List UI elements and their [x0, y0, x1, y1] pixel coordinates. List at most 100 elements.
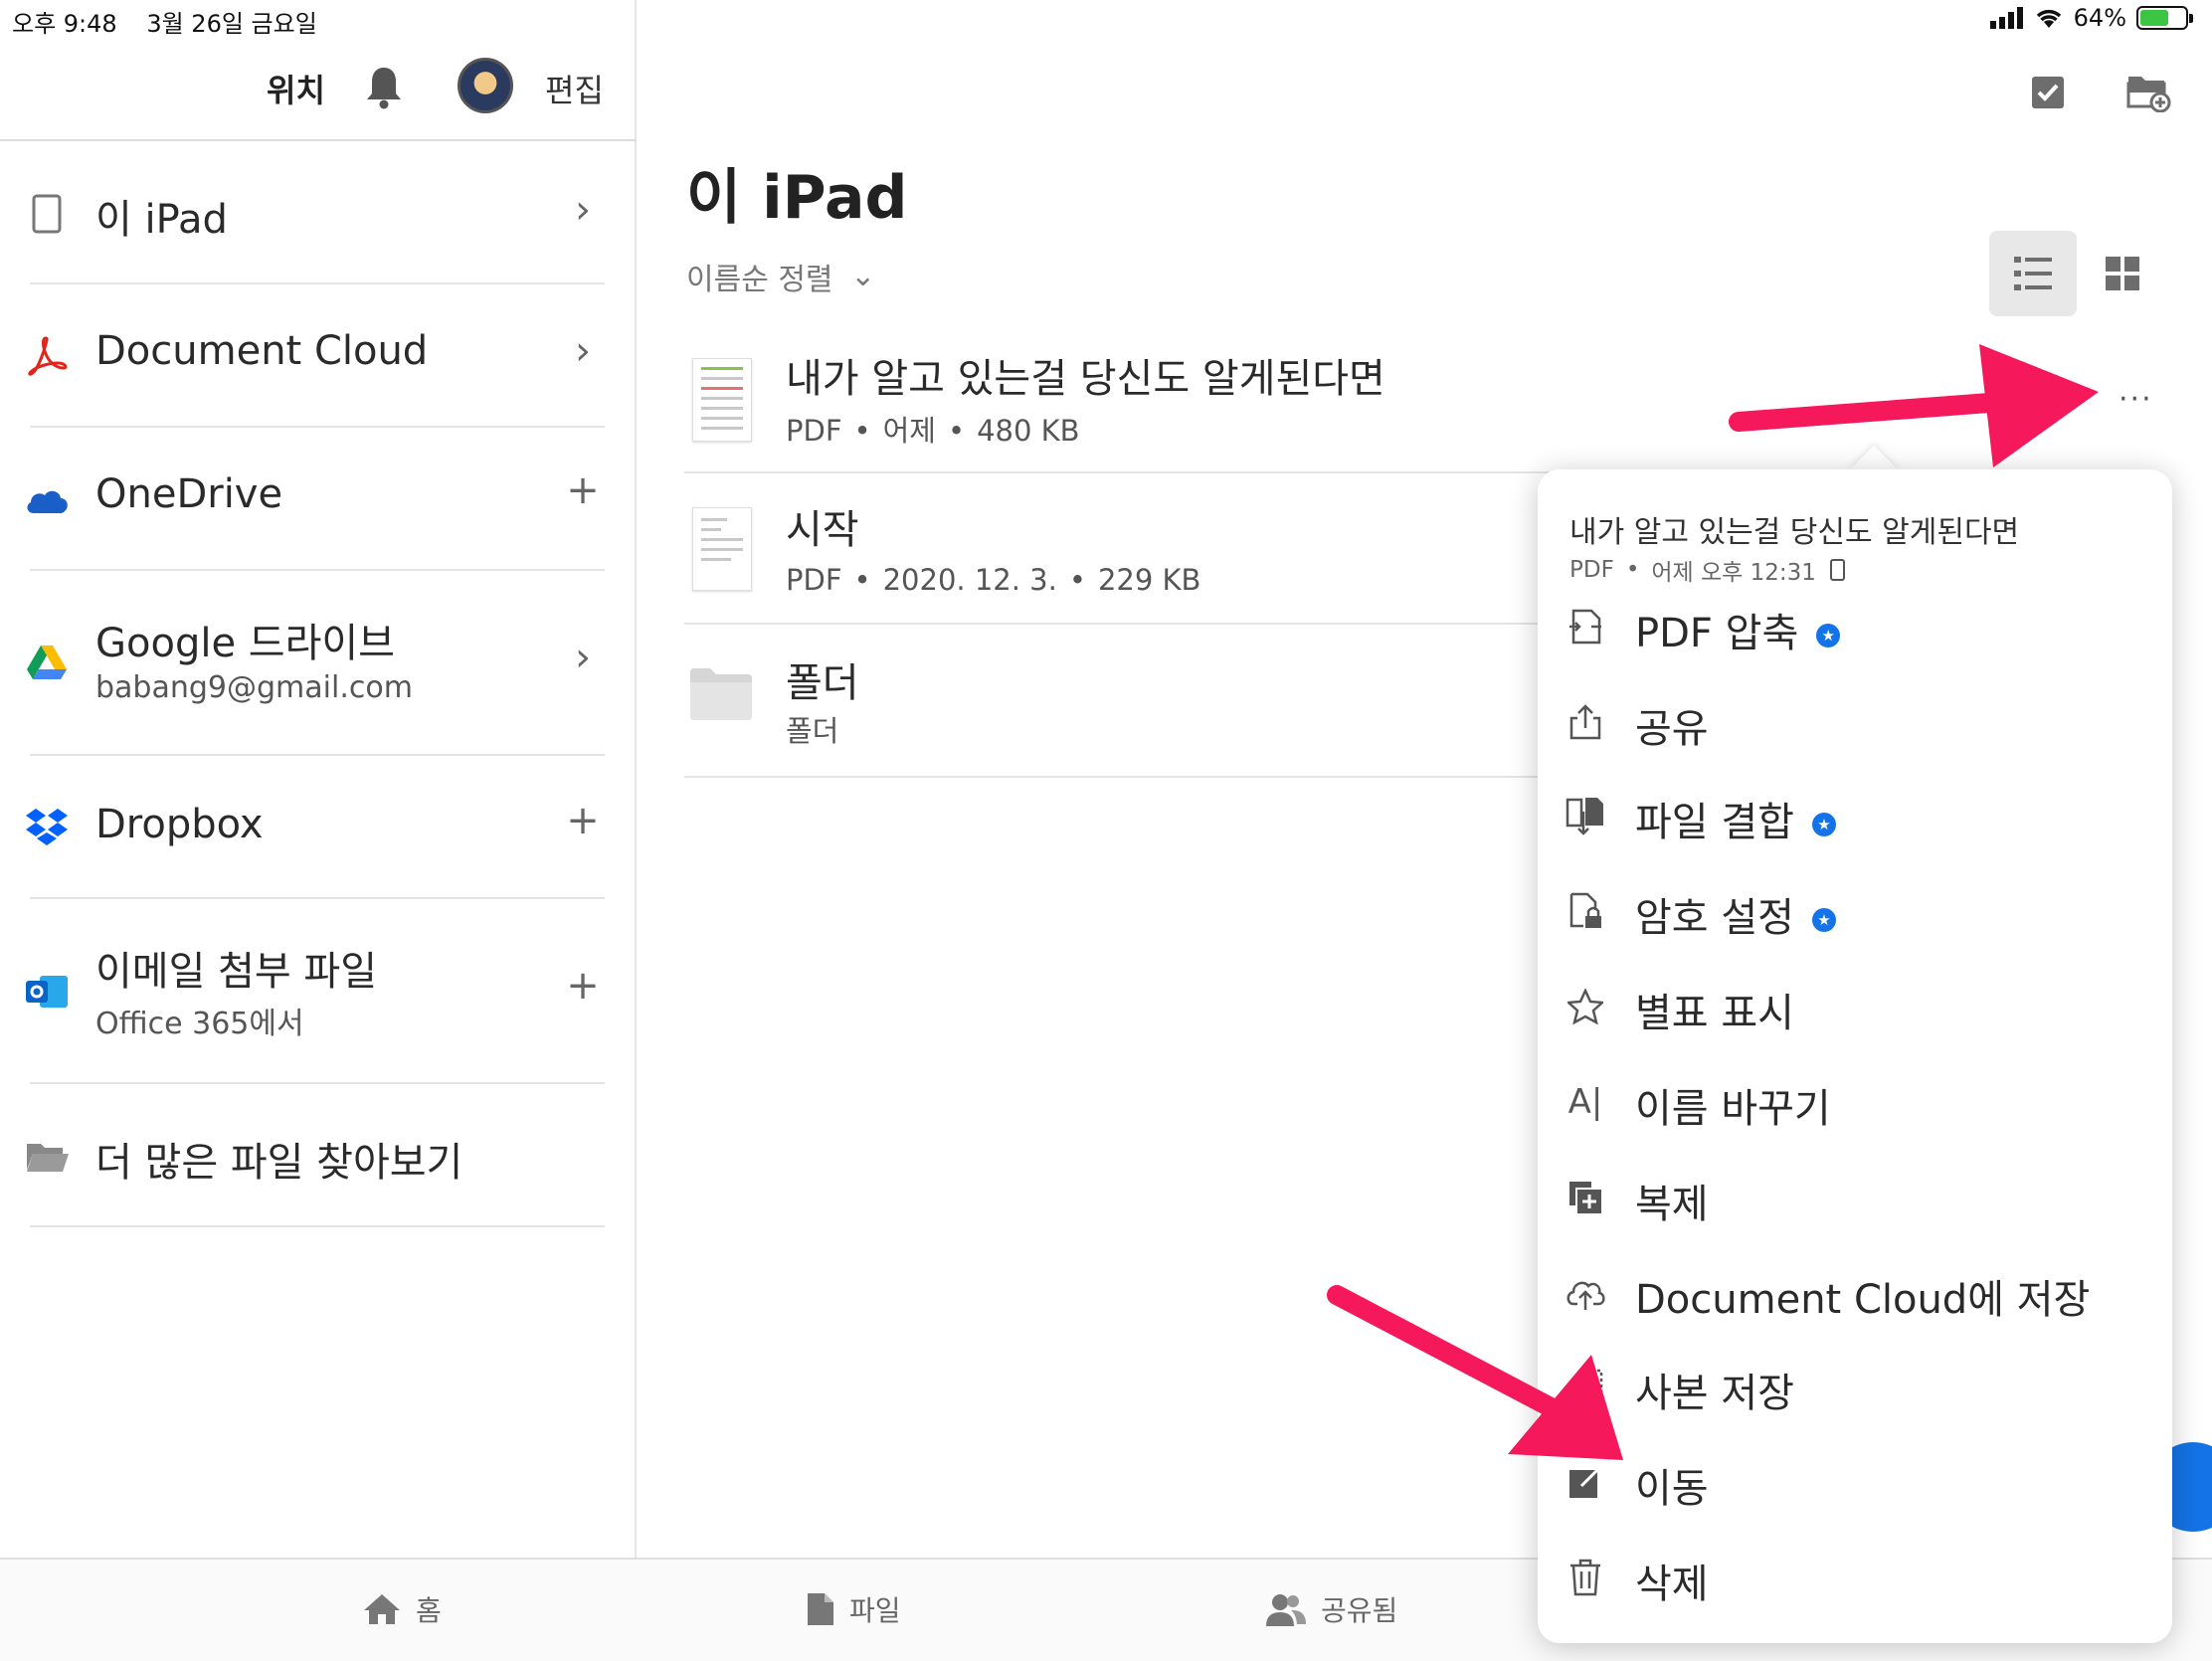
chevron-right-icon: › — [575, 328, 591, 374]
user-avatar[interactable] — [458, 58, 513, 113]
add-folder-icon[interactable] — [2126, 70, 2172, 115]
grid-view-button[interactable] — [2079, 231, 2166, 316]
battery-icon — [2136, 6, 2193, 30]
rename-icon: A| — [1567, 1082, 1603, 1122]
file-name: 내가 알고 있는걸 당신도 알게된다면 — [786, 356, 1385, 402]
tab-label: 홈 — [416, 1594, 442, 1627]
sidebar-item-this-ipad[interactable]: 이 iPad › — [0, 141, 637, 284]
sidebar-item-email-attachments[interactable]: 이메일 첨부 파일 Office 365에서 + — [0, 899, 637, 1084]
sidebar-item-document-cloud[interactable]: Document Cloud › — [0, 284, 637, 428]
file-name: 시작 — [786, 507, 859, 553]
menu-item-save-copy[interactable]: 사본 저장 — [1538, 1345, 2172, 1434]
sidebar-item-label: 이메일 첨부 파일 — [95, 949, 378, 995]
onedrive-icon — [24, 477, 70, 523]
pdf-thumbnail — [692, 507, 752, 591]
menu-item-combine-files[interactable]: 파일 결합 ★ — [1538, 774, 2172, 863]
battery-percent: 64% — [2073, 4, 2126, 32]
trash-icon — [1566, 1558, 1605, 1597]
share-icon — [1566, 702, 1605, 742]
menu-item-star[interactable]: 별표 표시 — [1538, 965, 2172, 1054]
sidebar-item-google-drive[interactable]: Google 드라이브 babang9@gmail.com › — [0, 571, 637, 756]
file-meta: PDF • 어제 • 480 KB — [786, 414, 1080, 448]
star-icon — [1566, 987, 1605, 1026]
chevron-right-icon: › — [575, 635, 591, 680]
chevron-right-icon: › — [575, 187, 591, 233]
menu-item-label: 공유 — [1635, 706, 1709, 752]
sort-label: 이름순 정렬 — [686, 263, 833, 297]
menu-caret — [1848, 446, 1900, 471]
sidebar-item-label: Google 드라이브 — [95, 621, 395, 666]
menu-item-rename[interactable]: A| 이름 바꾸기 — [1538, 1060, 2172, 1150]
menu-item-label: 복제 — [1635, 1182, 1709, 1227]
outlook-icon — [24, 969, 70, 1015]
more-options-icon[interactable]: ··· — [2119, 382, 2153, 417]
plus-icon[interactable]: + — [565, 467, 601, 513]
folder-name: 폴더 — [786, 660, 859, 706]
file-context-menu: 내가 알고 있는걸 당신도 알게된다면 PDF • 어제 오후 12:31 PDF … — [1538, 469, 2172, 1643]
acrobat-icon — [24, 332, 70, 378]
wifi-icon — [2036, 9, 2061, 28]
status-bar-right: 64% — [1989, 4, 2193, 32]
sidebar-item-label: Document Cloud — [95, 328, 429, 374]
combine-files-icon — [1566, 796, 1605, 835]
menu-item-share[interactable]: 공유 — [1538, 680, 2172, 770]
sidebar-item-label: 더 많은 파일 찾아보기 — [95, 1140, 463, 1186]
sidebar-item-browse-more[interactable]: 더 많은 파일 찾아보기 — [0, 1084, 637, 1227]
menu-item-label: 삭제 — [1635, 1562, 1709, 1607]
page-title: 이 iPad — [686, 163, 908, 233]
people-icon — [1266, 1594, 1306, 1626]
sidebar-title: 위치 — [267, 72, 325, 109]
ipad-icon — [24, 191, 70, 237]
folder-icon — [688, 666, 754, 726]
menu-item-save-to-document-cloud[interactable]: Document Cloud에 저장 — [1538, 1251, 2172, 1341]
edit-button[interactable]: 편집 — [545, 66, 604, 111]
chevron-down-icon: ⌄ — [850, 259, 876, 293]
dropbox-icon — [24, 804, 70, 849]
home-icon — [364, 1594, 400, 1624]
menu-item-label: 별표 표시 — [1635, 991, 1794, 1036]
select-checkbox-icon[interactable] — [2025, 70, 2071, 115]
menu-item-label: 암호 설정 — [1635, 895, 1794, 941]
tab-shared[interactable]: 공유됨 — [1265, 1589, 1397, 1629]
sidebar-item-onedrive[interactable]: OneDrive + — [0, 428, 637, 571]
menu-item-delete[interactable]: 삭제 — [1538, 1536, 2172, 1625]
tab-home[interactable]: 홈 — [362, 1589, 442, 1629]
duplicate-icon — [1566, 1178, 1605, 1217]
save-copy-icon — [1566, 1367, 1605, 1406]
sort-dropdown[interactable]: 이름순 정렬 ⌄ — [686, 255, 875, 298]
menu-item-duplicate[interactable]: 복제 — [1538, 1156, 2172, 1245]
tab-label: 공유됨 — [1321, 1594, 1398, 1627]
cellular-signal-icon — [1989, 7, 2023, 29]
plus-icon[interactable]: + — [565, 963, 601, 1009]
list-view-icon — [2014, 257, 2052, 290]
menu-item-set-password[interactable]: 암호 설정 ★ — [1538, 869, 2172, 959]
grid-view-icon — [2106, 257, 2139, 290]
file-meta: PDF • 2020. 12. 3. • 229 KB — [786, 563, 1201, 597]
sidebar-item-label: Dropbox — [95, 802, 264, 847]
folder-meta: 폴더 — [786, 714, 839, 748]
password-lock-icon — [1566, 891, 1605, 931]
ipad-icon — [1829, 559, 1845, 581]
premium-star-icon: ★ — [1816, 624, 1841, 647]
file-icon — [808, 1593, 833, 1625]
menu-item-compress-pdf[interactable]: PDF 압축 ★ — [1538, 585, 2172, 674]
menu-item-label: 파일 결합 — [1635, 800, 1794, 845]
list-view-button[interactable] — [1989, 231, 2077, 316]
menu-item-label: 사본 저장 — [1635, 1371, 1794, 1416]
tab-files[interactable]: 파일 — [806, 1589, 901, 1629]
menu-item-label: Document Cloud에 저장 — [1635, 1277, 2091, 1323]
folder-open-icon — [24, 1134, 70, 1180]
sidebar-item-sublabel: babang9@gmail.com — [95, 670, 413, 705]
google-drive-icon — [24, 641, 70, 686]
sidebar-item-sublabel: Office 365에서 — [95, 1007, 304, 1041]
file-row[interactable]: 내가 알고 있는걸 당신도 알게된다면 PDF • 어제 • 480 KB — [684, 338, 2176, 473]
notification-bell-icon[interactable] — [364, 64, 404, 109]
menu-file-meta: PDF • 어제 오후 12:31 — [1569, 553, 1845, 587]
battery-level — [2140, 10, 2168, 26]
plus-icon[interactable]: + — [565, 798, 601, 843]
sidebar-item-dropbox[interactable]: Dropbox + — [0, 756, 637, 899]
menu-item-move[interactable]: 이동 — [1538, 1440, 2172, 1530]
sidebar-item-label: OneDrive — [95, 471, 283, 517]
sidebar: 위치 편집 이 iPad › Document Cloud › OneDrive… — [0, 0, 637, 1560]
premium-star-icon: ★ — [1811, 813, 1836, 836]
